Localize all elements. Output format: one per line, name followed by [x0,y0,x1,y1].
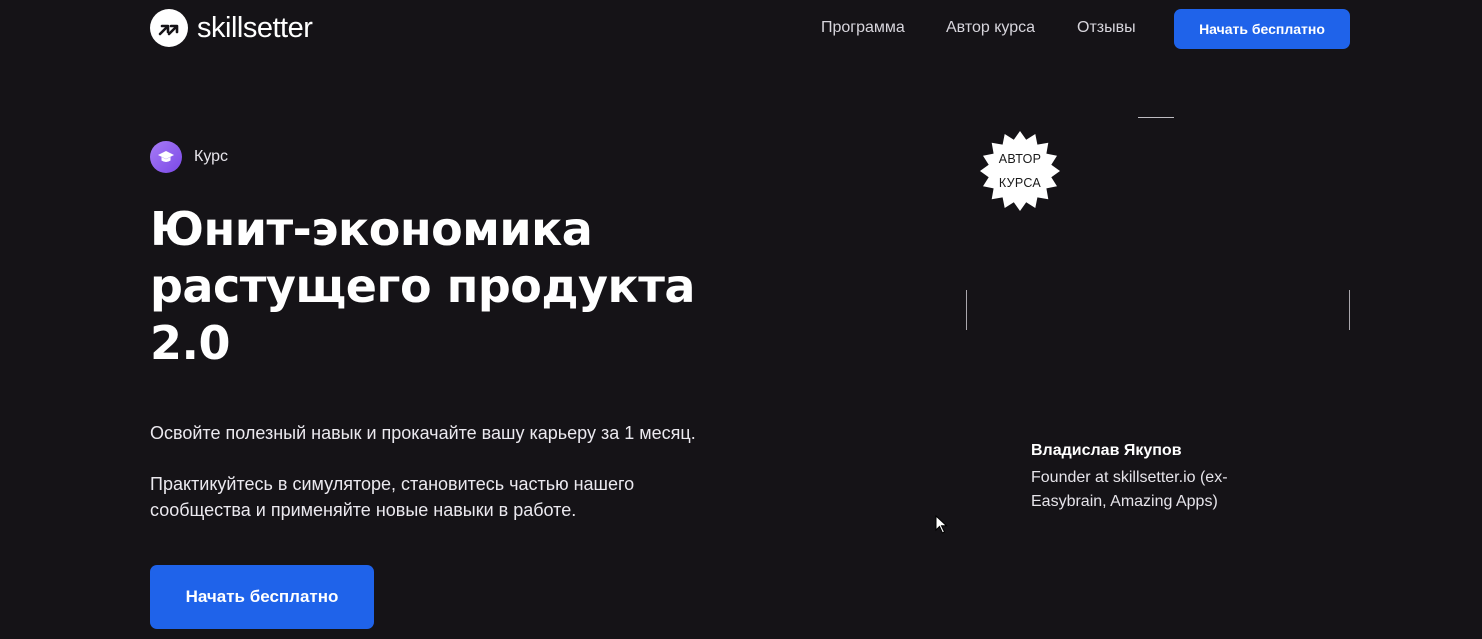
author-name: Владислав Якупов [1031,442,1182,459]
author-seal-text: АВТОР КУРСА [980,131,1060,211]
hero-description-2: Практикуйтесь в симуляторе, становитесь … [150,474,635,520]
photo-edge-right [1349,290,1350,330]
mouse-pointer-icon [935,515,948,534]
header-start-free-button[interactable]: Начать бесплатно [1174,9,1350,49]
hero-start-free-button[interactable]: Начать бесплатно [150,565,374,629]
seal-line-1: АВТОР [998,152,1042,166]
nav-link-reviews[interactable]: Отзывы [1077,19,1136,37]
photo-edge-left [966,290,967,330]
author-role: Founder at skillsetter.io (ex-Easybrain,… [1031,469,1228,510]
photo-edge-top [1138,117,1174,118]
title-line-1: Юнит-экономика [150,202,593,256]
title-line-3: 2.0 [150,316,231,370]
site-header: skillsetter Программа Автор курса Отзывы… [0,0,1482,58]
title-line-2: растущего продукта [150,259,695,313]
graduation-cap-icon [150,141,182,173]
landing-page: skillsetter Программа Автор курса Отзывы… [0,0,1482,639]
hero-description-1: Освойте полезный навык и прокачайте вашу… [150,423,696,443]
course-badge: Курс [150,141,228,173]
nav-link-author[interactable]: Автор курса [946,19,1035,37]
page-title: Юнит-экономика растущего продукта 2.0 [150,201,750,372]
nav-link-program[interactable]: Программа [821,19,905,37]
course-badge-label: Курс [194,148,229,165]
author-seal: АВТОР КУРСА [980,131,1060,211]
seal-line-2: КУРСА [998,176,1042,190]
